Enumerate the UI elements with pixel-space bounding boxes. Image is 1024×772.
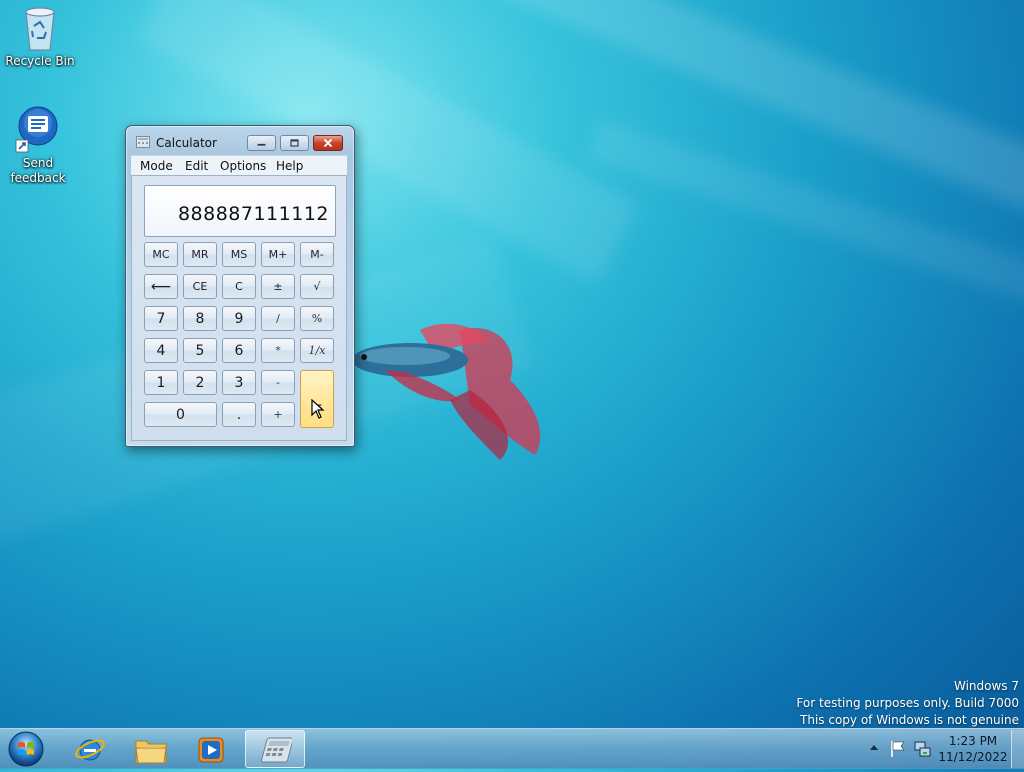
digit-1-button[interactable]: 1	[144, 370, 178, 395]
calculator-icon	[260, 737, 292, 763]
maximize-button[interactable]	[280, 135, 309, 151]
taskbar-calculator[interactable]	[245, 730, 305, 768]
clock-date: 11/12/2022	[938, 750, 1008, 764]
feedback-bubble-icon	[15, 106, 58, 153]
reciprocal-button[interactable]: 1/x	[300, 338, 334, 363]
maximize-icon	[290, 139, 299, 147]
digit-2-button[interactable]: 2	[183, 370, 217, 395]
clear-button[interactable]: C	[222, 274, 256, 299]
send-feedback-label: Send feedback	[10, 156, 66, 185]
mouse-cursor-icon	[311, 399, 325, 419]
memory-add-button[interactable]: M+	[261, 242, 295, 267]
media-player-icon	[198, 737, 224, 763]
close-button[interactable]	[313, 135, 343, 151]
digit-3-button[interactable]: 3	[222, 370, 256, 395]
clear-entry-button[interactable]: CE	[183, 274, 217, 299]
folder-icon	[135, 740, 167, 764]
backspace-arrow-icon: ⟵	[150, 278, 172, 295]
memory-store-button[interactable]: MS	[222, 242, 256, 267]
menu-edit[interactable]: Edit	[185, 159, 208, 173]
taskbar-media-player[interactable]	[183, 730, 239, 768]
recycle-bin-label: Recycle Bin	[5, 54, 75, 68]
show-desktop-button[interactable]	[1011, 730, 1024, 768]
window-title: Calculator	[156, 136, 217, 150]
digit-9-button[interactable]: 9	[222, 306, 256, 331]
minimize-button[interactable]	[247, 135, 276, 151]
show-hidden-icons-arrow-icon[interactable]	[869, 741, 879, 755]
subtract-button[interactable]: -	[261, 370, 295, 395]
internet-explorer-icon	[75, 739, 105, 761]
desktop-icon-recycle-bin[interactable]: Recycle Bin	[2, 4, 78, 69]
decimal-button[interactable]: .	[222, 402, 256, 427]
taskbar-internet-explorer[interactable]	[62, 730, 118, 768]
multiply-button[interactable]: *	[261, 338, 295, 363]
windows-orb-icon	[8, 731, 44, 767]
add-button[interactable]: +	[261, 402, 295, 427]
menu-options[interactable]: Options	[220, 159, 266, 173]
menu-mode[interactable]: Mode	[140, 159, 173, 173]
recycle-bin-icon	[25, 7, 55, 51]
menu-help[interactable]: Help	[276, 159, 303, 173]
memory-subtract-button[interactable]: M-	[300, 242, 334, 267]
action-center-flag-icon[interactable]	[890, 740, 906, 758]
network-icon[interactable]	[914, 740, 932, 758]
digit-8-button[interactable]: 8	[183, 306, 217, 331]
windows-watermark: Windows 7 For testing purposes only. Bui…	[796, 678, 1019, 728]
digit-0-button[interactable]: 0	[144, 402, 217, 427]
equals-button[interactable]: =	[300, 370, 334, 428]
negate-button[interactable]: ±	[261, 274, 295, 299]
start-button[interactable]	[6, 730, 46, 768]
display-value: 888887111112	[177, 203, 329, 225]
digit-4-button[interactable]: 4	[144, 338, 178, 363]
taskbar-windows-explorer[interactable]	[122, 730, 178, 768]
clock-time: 1:23 PM	[948, 734, 998, 748]
memory-clear-button[interactable]: MC	[144, 242, 178, 267]
desktop-icon-send-feedback[interactable]: Send feedback	[0, 106, 76, 186]
desktop: Recycle Bin Send feedback Calculator Mod…	[0, 0, 1024, 728]
minimize-icon	[257, 143, 266, 146]
watermark-genuine: This copy of Windows is not genuine	[800, 713, 1019, 727]
divide-button[interactable]: /	[261, 306, 295, 331]
digit-6-button[interactable]: 6	[222, 338, 256, 363]
calculator-window: Calculator Mode Edit Options Help 888887…	[125, 125, 355, 447]
backspace-button[interactable]: ⟵	[144, 274, 178, 299]
percent-button[interactable]: %	[300, 306, 334, 331]
betta-fish-wallpaper	[352, 323, 541, 460]
menu-bar: Mode Edit Options Help	[131, 155, 347, 176]
calculator-body: 888887111112 MC MR MS M+ M- ⟵ CE C ± √ 7…	[131, 175, 347, 441]
calculator-app-icon	[136, 136, 150, 148]
digit-5-button[interactable]: 5	[183, 338, 217, 363]
square-root-button[interactable]: √	[300, 274, 334, 299]
digit-7-button[interactable]: 7	[144, 306, 178, 331]
taskbar: 1:23 PM 11/12/2022	[0, 728, 1024, 769]
title-bar[interactable]: Calculator	[126, 126, 352, 156]
close-icon	[323, 138, 333, 148]
calculator-display: 888887111112	[144, 185, 336, 237]
memory-recall-button[interactable]: MR	[183, 242, 217, 267]
watermark-build: For testing purposes only. Build 7000	[796, 696, 1019, 710]
watermark-os: Windows 7	[953, 679, 1019, 693]
clock[interactable]: 1:23 PM 11/12/2022	[938, 733, 1008, 765]
